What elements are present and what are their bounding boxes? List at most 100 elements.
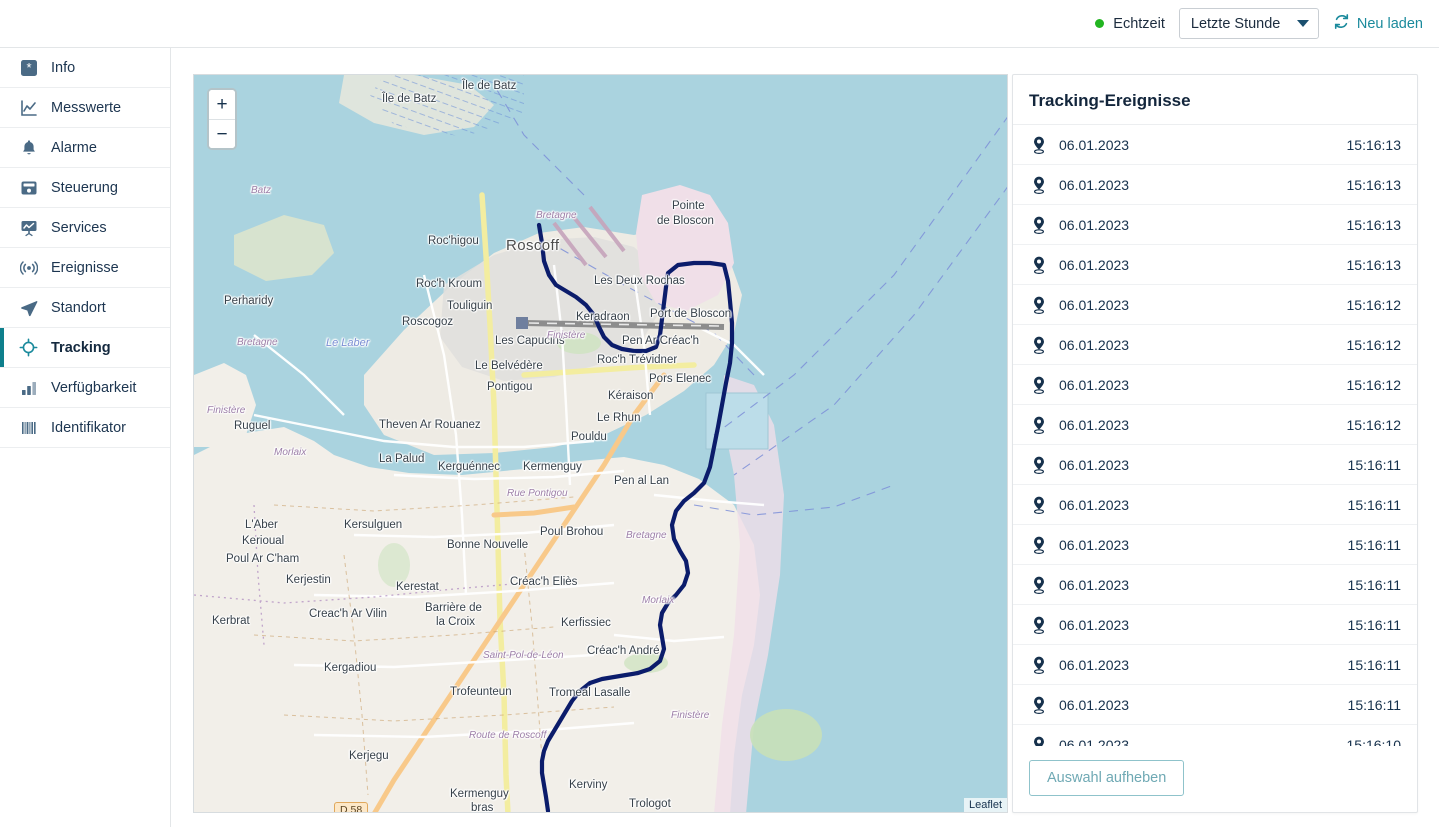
- map-pin-icon: [1031, 536, 1049, 554]
- sidebar-nav: * Info Messwerte Alarme Steuerung Services Ere…: [0, 48, 171, 827]
- broadcast-icon: [19, 258, 38, 277]
- sidebar-item-label: Services: [51, 219, 107, 236]
- event-row[interactable]: 06.01.2023 15:16:13: [1013, 205, 1417, 245]
- event-row[interactable]: 06.01.2023 15:16:11: [1013, 645, 1417, 685]
- map-pin-icon: [1031, 576, 1049, 594]
- sidebar-item-services[interactable]: Services: [0, 208, 170, 248]
- event-time: 15:16:11: [1347, 656, 1401, 673]
- map-pin-icon: [1031, 696, 1049, 714]
- event-time: 15:16:13: [1346, 216, 1402, 233]
- event-date: 06.01.2023: [1059, 416, 1130, 433]
- event-row[interactable]: 06.01.2023 15:16:12: [1013, 405, 1417, 445]
- event-time: 15:16:10: [1346, 736, 1402, 747]
- refresh-icon: [1333, 13, 1350, 35]
- map-zoom-controls: + −: [207, 88, 237, 150]
- event-time: 15:16:11: [1347, 456, 1401, 473]
- event-date: 06.01.2023: [1059, 176, 1130, 193]
- event-row[interactable]: 06.01.2023 15:16:12: [1013, 285, 1417, 325]
- event-time: 15:16:13: [1346, 256, 1402, 273]
- time-range-select[interactable]: Letzte Stunde: [1178, 8, 1319, 39]
- sidebar-item-steuerung[interactable]: Steuerung: [0, 168, 170, 208]
- event-time: 15:16:11: [1347, 536, 1401, 553]
- asterisk-badge-icon: *: [19, 58, 38, 77]
- event-time: 15:16:11: [1347, 696, 1401, 713]
- event-date: 06.01.2023: [1059, 216, 1130, 233]
- event-row[interactable]: 06.01.2023 15:16:12: [1013, 325, 1417, 365]
- event-row[interactable]: 06.01.2023 15:16:11: [1013, 485, 1417, 525]
- sidebar-item-standort[interactable]: Standort: [0, 288, 170, 328]
- map-pin-icon: [1031, 256, 1049, 274]
- event-date: 06.01.2023: [1059, 256, 1130, 273]
- map-pin-icon: [1031, 616, 1049, 634]
- chevron-down-icon: [1296, 20, 1309, 27]
- event-time: 15:16:11: [1347, 496, 1401, 513]
- bell-icon: [19, 138, 38, 157]
- presentation-chart-icon: [19, 218, 38, 237]
- map-pin-icon: [1031, 416, 1049, 434]
- crosshair-icon: [19, 338, 38, 357]
- event-time: 15:16:12: [1346, 296, 1402, 313]
- bar-chart-icon: [19, 378, 38, 397]
- map-pin-icon: [1031, 496, 1049, 514]
- tracking-events-panel: Tracking-Ereignisse 06.01.2023 15:16:13 06…: [1012, 74, 1418, 813]
- event-date: 06.01.2023: [1059, 536, 1130, 553]
- sidebar-item-messwerte[interactable]: Messwerte: [0, 88, 170, 128]
- sidebar-item-label: Ereignisse: [51, 259, 119, 276]
- leaflet-attribution[interactable]: Leaflet: [963, 798, 1007, 812]
- event-date: 06.01.2023: [1059, 296, 1130, 313]
- clear-selection-button[interactable]: Auswahl aufheben: [1029, 760, 1185, 796]
- sidebar-item-label: Standort: [51, 299, 106, 316]
- reload-button[interactable]: Neu laden: [1333, 13, 1423, 35]
- zoom-out-button[interactable]: −: [209, 119, 235, 148]
- top-toolbar: Echtzeit Letzte Stunde Neu laden: [0, 0, 1439, 48]
- event-time: 15:16:11: [1347, 576, 1401, 593]
- sidebar-item-label: Verfügbarkeit: [51, 379, 137, 396]
- sidebar-item-info[interactable]: * Info: [0, 48, 170, 88]
- event-row[interactable]: 06.01.2023 15:16:13: [1013, 165, 1417, 205]
- sidebar-item-alarme[interactable]: Alarme: [0, 128, 170, 168]
- time-range-value: Letzte Stunde: [1190, 15, 1281, 32]
- event-row[interactable]: 06.01.2023 15:16:10: [1013, 725, 1417, 746]
- event-date: 06.01.2023: [1059, 576, 1130, 593]
- event-row[interactable]: 06.01.2023 15:16:11: [1013, 445, 1417, 485]
- event-row[interactable]: 06.01.2023 15:16:11: [1013, 565, 1417, 605]
- svg-text:*: *: [26, 60, 31, 75]
- map-pin-icon: [1031, 176, 1049, 194]
- map-container[interactable]: + − Île de Batz Île de Batz Batz Perharidy B…: [193, 74, 1008, 813]
- sidebar-item-label: Alarme: [51, 139, 97, 156]
- realtime-label: Echtzeit: [1113, 15, 1165, 32]
- map-pin-icon: [1031, 336, 1049, 354]
- event-row[interactable]: 06.01.2023 15:16:11: [1013, 525, 1417, 565]
- events-list[interactable]: 06.01.2023 15:16:13 06.01.2023 15:16:13 06.0…: [1013, 124, 1417, 746]
- events-panel-footer: Auswahl aufheben: [1013, 746, 1417, 812]
- map-pin-icon: [1031, 736, 1049, 746]
- sidebar-item-ereignisse[interactable]: Ereignisse: [0, 248, 170, 288]
- map-pin-icon: [1031, 456, 1049, 474]
- map-pin-icon: [1031, 656, 1049, 674]
- sidebar-item-label: Steuerung: [51, 179, 118, 196]
- sidebar-item-label: Identifikator: [51, 419, 126, 436]
- sidebar-item-label: Info: [51, 59, 76, 76]
- line-chart-icon: [19, 98, 38, 117]
- sidebar-item-verfugbarkeit[interactable]: Verfügbarkeit: [0, 368, 170, 408]
- event-row[interactable]: 06.01.2023 15:16:13: [1013, 245, 1417, 285]
- event-row[interactable]: 06.01.2023 15:16:12: [1013, 365, 1417, 405]
- realtime-indicator: Echtzeit: [1095, 16, 1165, 32]
- events-panel-title: Tracking-Ereignisse: [1029, 91, 1191, 110]
- event-row[interactable]: 06.01.2023 15:16:11: [1013, 605, 1417, 645]
- event-date: 06.01.2023: [1059, 736, 1130, 747]
- event-time: 15:16:11: [1347, 616, 1401, 633]
- event-row[interactable]: 06.01.2023 15:16:11: [1013, 685, 1417, 725]
- event-row[interactable]: 06.01.2023 15:16:13: [1013, 125, 1417, 165]
- map-pin-icon: [1031, 296, 1049, 314]
- map-pin-icon: [1031, 136, 1049, 154]
- map-canvas: [194, 75, 1007, 812]
- reload-label: Neu laden: [1356, 15, 1423, 32]
- event-date: 06.01.2023: [1059, 696, 1130, 713]
- zoom-in-button[interactable]: +: [209, 90, 235, 119]
- event-time: 15:16:13: [1346, 176, 1402, 193]
- sidebar-item-identifikator[interactable]: Identifikator: [0, 408, 170, 448]
- sidebar-item-label: Tracking: [51, 339, 111, 356]
- sidebar-item-tracking[interactable]: Tracking: [0, 328, 170, 368]
- sidebar-item-label: Messwerte: [51, 99, 122, 116]
